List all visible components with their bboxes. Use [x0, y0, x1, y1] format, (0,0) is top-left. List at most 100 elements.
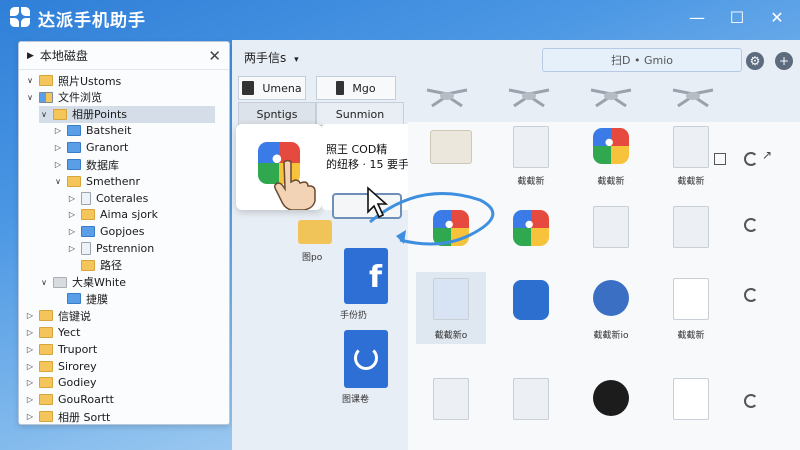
breadcrumb-label: 两手信s	[244, 50, 287, 65]
tree-item[interactable]: ▷ Pstrennion	[67, 240, 154, 257]
tab-spntigs[interactable]: Spntigs	[238, 102, 316, 126]
chevron-right-icon[interactable]: ▷	[67, 210, 77, 219]
close-button[interactable]: ✕	[764, 6, 790, 28]
maximize-button[interactable]: ☐	[724, 6, 750, 28]
copy-icon[interactable]	[714, 153, 727, 165]
file-icon	[673, 126, 709, 168]
tree-item[interactable]: ▷ Godiey	[25, 374, 97, 391]
chevron-down-icon[interactable]: ∨	[25, 76, 35, 85]
tree-item[interactable]: ∨ 相册Points	[39, 105, 215, 123]
tree-item-label: Coterales	[96, 191, 149, 205]
facebook-icon[interactable]: f	[344, 248, 388, 304]
tab-label: Mgo	[352, 81, 376, 95]
side-item-label: 手份扔	[340, 311, 368, 321]
folder-icon	[39, 91, 53, 103]
grid-item-label: 截截新	[517, 177, 545, 187]
tree-item[interactable]: ▷ Truport	[25, 341, 97, 358]
tree-item[interactable]: ∨ 大桌White	[39, 274, 126, 291]
refresh-icon	[354, 346, 378, 370]
tab-mgo[interactable]: Mgo	[316, 76, 396, 100]
tree-item[interactable]: ▷ Yect	[25, 324, 80, 341]
tree-header[interactable]: ▶ 本地磁盘	[19, 42, 229, 70]
settings-button[interactable]: ⚙	[746, 52, 764, 70]
tab-label: Umena	[262, 81, 302, 95]
chevron-right-icon[interactable]: ▷	[25, 412, 35, 421]
folder-icon	[53, 108, 67, 120]
tree-item[interactable]: ▷ Sirorey	[25, 358, 97, 375]
tree-item-label: 大桌White	[72, 276, 126, 290]
search-input[interactable]: 扫D • Gmio	[542, 48, 742, 72]
tree-item-label: GouRoartt	[58, 393, 114, 407]
tree-item[interactable]: ▷ 信键说	[25, 307, 91, 324]
tree-item-label: Yect	[58, 326, 81, 339]
tree-item[interactable]: ▷ GouRoartt	[25, 391, 114, 408]
drone-icons	[426, 88, 714, 108]
folder-icon	[67, 125, 81, 137]
refresh-icon[interactable]	[744, 288, 758, 302]
tree-item[interactable]: ∨ 文件浏览	[25, 89, 102, 106]
search-placeholder: 扫D • Gmio	[611, 54, 673, 67]
refresh-icon[interactable]	[744, 394, 758, 408]
folder-icon	[39, 75, 53, 86]
chevron-right-icon[interactable]: ▷	[53, 160, 63, 169]
tree-item-label: Smethenr	[86, 174, 141, 188]
chevron-right-icon[interactable]: ▷	[53, 126, 63, 135]
chevron-down-icon[interactable]: ∨	[53, 177, 63, 186]
folder-icon	[81, 226, 95, 238]
chevron-right-icon[interactable]: ▷	[53, 143, 63, 152]
tree-item[interactable]: 路径	[67, 257, 122, 274]
phone-icon	[242, 81, 255, 95]
close-icon: ✕	[770, 7, 784, 27]
app-logo-icon	[10, 7, 32, 29]
refresh-icon[interactable]	[744, 152, 758, 166]
file-icon	[433, 378, 469, 420]
tab-umena[interactable]: Umena	[238, 76, 306, 100]
minimize-icon: —	[689, 7, 705, 27]
tree-item[interactable]: ▷ Gopjoes	[67, 223, 145, 240]
tree-item[interactable]: ∨ 照片Ustoms	[25, 72, 121, 89]
chevron-right-icon[interactable]: ▷	[25, 395, 35, 404]
chevron-right-icon[interactable]: ▷	[25, 362, 35, 371]
chevron-right-icon[interactable]: ▷	[25, 328, 35, 337]
grid-item-label: 截截新io	[593, 331, 629, 341]
refresh-icon[interactable]	[744, 218, 758, 232]
chevron-down-icon: ▾	[294, 54, 299, 65]
chevron-down-icon[interactable]: ∨	[39, 110, 49, 119]
chevron-right-icon[interactable]: ▷	[67, 194, 77, 203]
drone-icon	[508, 88, 550, 108]
file-icon	[673, 378, 709, 420]
tree-item[interactable]: 捷膜	[53, 290, 108, 307]
chevron-right-icon[interactable]: ▷	[25, 311, 35, 320]
tree-item[interactable]: ∨ Smethenr	[53, 173, 140, 190]
tree-item[interactable]: ▷ Batsheit	[53, 122, 132, 139]
folder-icon	[53, 276, 67, 288]
document-icon	[433, 278, 469, 320]
grid-item[interactable]: 截截新o	[416, 272, 486, 344]
tree-item-label: 相册 Sortt	[58, 410, 111, 424]
tab-sunmion[interactable]: Sunmion	[316, 102, 404, 126]
tree-close-icon[interactable]: ✕	[208, 47, 221, 65]
chevron-right-icon[interactable]: ▷	[25, 378, 35, 387]
minimize-button[interactable]: —	[684, 6, 710, 28]
folder-icon	[39, 360, 53, 372]
file-icon	[513, 378, 549, 420]
tree-item[interactable]: ▷ 相册 Sortt	[25, 408, 110, 425]
tree-item[interactable]: ▷ Aima sjork	[67, 206, 158, 223]
chevron-right-icon[interactable]: ▷	[25, 345, 35, 354]
folder-icon	[67, 142, 81, 154]
media-app-icon	[513, 280, 549, 320]
tree-item[interactable]: ▷ 数据库	[53, 156, 119, 173]
chevron-down-icon[interactable]: ∨	[25, 93, 35, 102]
backup-app-icon[interactable]	[344, 330, 388, 388]
drone-icon	[672, 88, 714, 108]
breadcrumb[interactable]: 两手信s ▾	[244, 49, 299, 66]
chevron-down-icon[interactable]: ∨	[39, 278, 49, 287]
chevron-right-icon[interactable]: ▷	[67, 244, 77, 253]
add-button[interactable]: +	[775, 52, 793, 70]
folder-icon	[81, 259, 95, 271]
side-item-label: 图课卷	[342, 395, 370, 405]
tree-item[interactable]: ▷ Coterales	[67, 190, 148, 207]
chevron-right-icon[interactable]: ▷	[67, 227, 77, 236]
tree-item[interactable]: ▷ Granort	[53, 139, 128, 156]
share-icon[interactable]: ↗	[762, 148, 772, 162]
